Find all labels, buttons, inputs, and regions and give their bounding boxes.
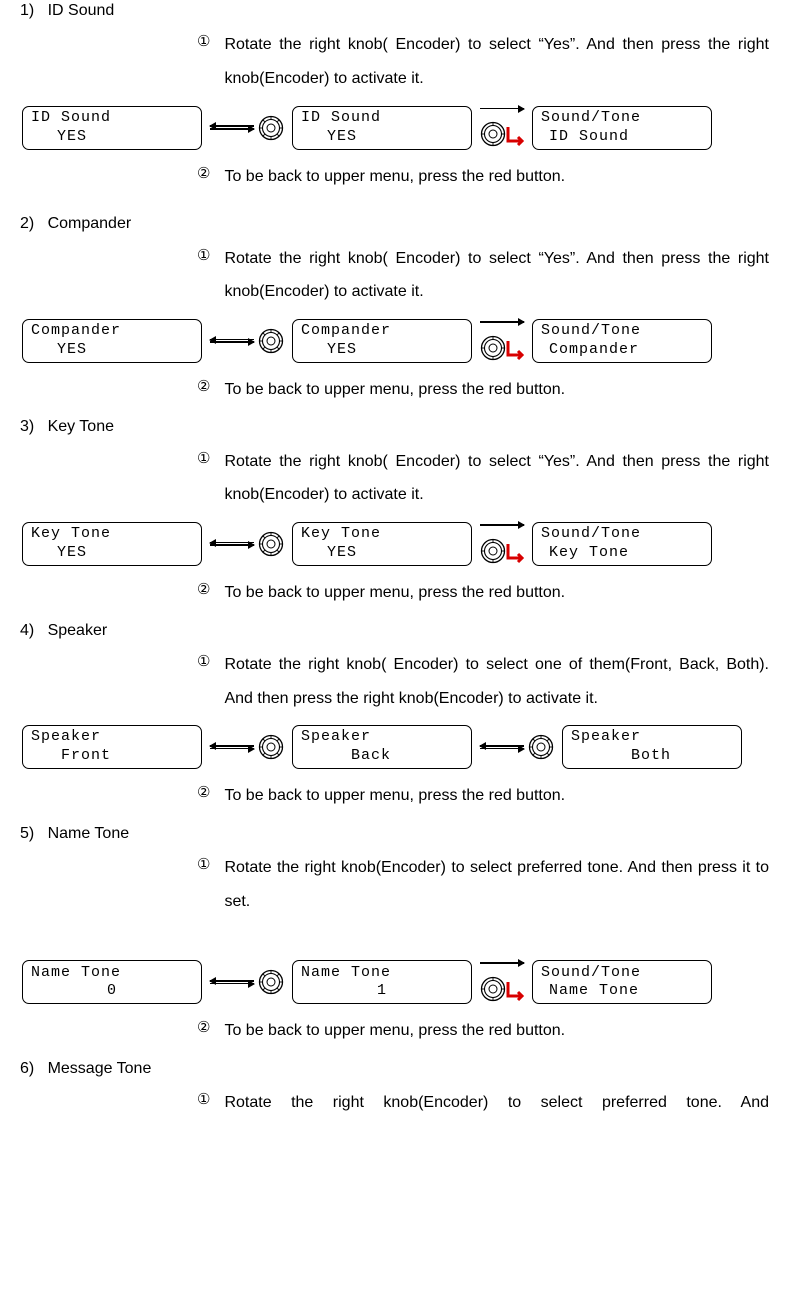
knob-red-L-icon — [480, 335, 524, 361]
diagram-row: Compander YES Compander YES Sound/Tone C… — [22, 319, 779, 363]
connector — [208, 734, 286, 760]
step-number: ① — [197, 851, 210, 918]
lcd-screen: Sound/Tone Name Tone — [532, 960, 712, 1004]
step-text: To be back to upper menu, press the red … — [224, 779, 769, 813]
knob-icon — [258, 115, 284, 141]
connector — [478, 524, 526, 564]
step-text: To be back to upper menu, press the red … — [224, 1014, 769, 1048]
step-number: ② — [197, 576, 210, 610]
section-number: 3) — [20, 418, 34, 435]
knob-icon — [258, 734, 284, 760]
diagram-row: Speaker Front Speaker Back Speaker Both — [22, 725, 779, 769]
step-number: ② — [197, 373, 210, 407]
bidirectional-arrow-icon — [210, 980, 254, 984]
section-heading: 6) Message Tone — [20, 1058, 779, 1080]
step-number: ② — [197, 779, 210, 813]
step-text: To be back to upper menu, press the red … — [224, 373, 769, 407]
lcd-screen: ID Sound YES — [22, 106, 202, 150]
section-heading: 5) Name Tone — [20, 823, 779, 845]
lcd-screen: Compander YES — [22, 319, 202, 363]
section-number: 4) — [20, 622, 34, 639]
bidirectional-arrow-icon — [210, 542, 254, 546]
section-title-text: Name Tone — [48, 825, 130, 842]
section-number: 1) — [20, 2, 34, 19]
connector — [478, 962, 526, 1002]
lcd-screen: Speaker Both — [562, 725, 742, 769]
bidirectional-arrow-icon — [210, 125, 254, 129]
step-number: ① — [197, 1086, 210, 1120]
connector — [478, 108, 526, 148]
diagram-row: Name Tone 0 Name Tone 1 Sound/Tone Name … — [22, 960, 779, 1004]
step-text: To be back to upper menu, press the red … — [224, 160, 769, 194]
lcd-screen: Sound/Tone Key Tone — [532, 522, 712, 566]
connector — [478, 734, 556, 760]
lcd-screen: Key Tone YES — [22, 522, 202, 566]
lcd-screen: Compander YES — [292, 319, 472, 363]
connector — [208, 115, 286, 141]
lcd-screen: Speaker Back — [292, 725, 472, 769]
lcd-screen: Sound/Tone ID Sound — [532, 106, 712, 150]
section-heading: 3) Key Tone — [20, 416, 779, 438]
knob-icon — [258, 328, 284, 354]
section-heading: 2) Compander — [20, 213, 779, 235]
diagram-row: ID Sound YES ID Sound YES Sound/Tone ID … — [22, 106, 779, 150]
knob-icon — [258, 531, 284, 557]
connector — [478, 321, 526, 361]
bidirectional-arrow-icon — [480, 745, 524, 749]
right-arrow-icon — [480, 962, 524, 964]
knob-red-L-icon — [480, 976, 524, 1002]
section-number: 5) — [20, 825, 34, 842]
lcd-screen: Name Tone 1 — [292, 960, 472, 1004]
step-text: Rotate the right knob( Encoder) to selec… — [224, 28, 769, 95]
section-heading: 4) Speaker — [20, 620, 779, 642]
right-arrow-icon — [480, 108, 524, 110]
diagram-row: Key Tone YES Key Tone YES Sound/Tone Key… — [22, 522, 779, 566]
step-text: Rotate the right knob(Encoder) to select… — [224, 1086, 769, 1120]
right-arrow-icon — [480, 524, 524, 526]
step-text: Rotate the right knob( Encoder) to selec… — [224, 648, 769, 715]
lcd-screen: Key Tone YES — [292, 522, 472, 566]
step-number: ① — [197, 445, 210, 512]
step-text: Rotate the right knob( Encoder) to selec… — [224, 242, 769, 309]
section-title-text: Speaker — [48, 622, 108, 639]
section-title-text: Message Tone — [48, 1060, 152, 1077]
bidirectional-arrow-icon — [210, 745, 254, 749]
knob-red-L-icon — [480, 538, 524, 564]
connector — [208, 531, 286, 557]
lcd-screen: Speaker Front — [22, 725, 202, 769]
connector — [208, 328, 286, 354]
section-number: 6) — [20, 1060, 34, 1077]
knob-icon — [528, 734, 554, 760]
section-title-text: Compander — [48, 215, 132, 232]
section-title-text: Key Tone — [48, 418, 114, 435]
knob-red-L-icon — [480, 121, 524, 147]
section-number: 2) — [20, 215, 34, 232]
step-number: ① — [197, 648, 210, 715]
knob-icon — [258, 969, 284, 995]
step-text: To be back to upper menu, press the red … — [224, 576, 769, 610]
step-text: Rotate the right knob( Encoder) to selec… — [224, 445, 769, 512]
section-title-text: ID Sound — [48, 2, 115, 19]
lcd-screen: ID Sound YES — [292, 106, 472, 150]
right-arrow-icon — [480, 321, 524, 323]
step-number: ① — [197, 242, 210, 309]
lcd-screen: Sound/Tone Compander — [532, 319, 712, 363]
section-heading: 1) ID Sound — [20, 0, 779, 22]
step-number: ① — [197, 28, 210, 95]
bidirectional-arrow-icon — [210, 339, 254, 343]
connector — [208, 969, 286, 995]
lcd-screen: Name Tone 0 — [22, 960, 202, 1004]
step-number: ② — [197, 160, 210, 194]
step-number: ② — [197, 1014, 210, 1048]
step-text: Rotate the right knob(Encoder) to select… — [224, 851, 769, 918]
